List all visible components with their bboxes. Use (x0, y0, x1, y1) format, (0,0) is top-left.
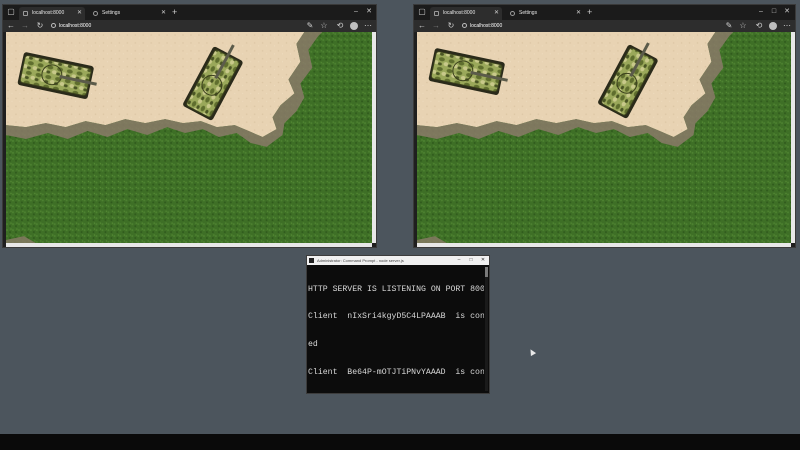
menu-icon[interactable]: ⋯ (363, 21, 373, 31)
tab-title: localhost:8000 (443, 10, 476, 16)
console-line: Client nIxSri4kgyD5C4LPAAAB is connect (308, 312, 484, 322)
tab-title: localhost:8000 (32, 10, 65, 16)
history-icon[interactable]: ⟲ (335, 21, 345, 31)
maximize-icon[interactable]: □ (769, 7, 779, 17)
console-output[interactable]: HTTP SERVER IS LISTENING ON PORT 8000 Cl… (308, 266, 484, 391)
tab-strip: ▢ localhost:8000 ✕ Settings ✕ + – ✕ (3, 5, 376, 20)
nav-bar: ← → ↻ localhost:8000 ✎ ☆ ⟲ ⋯ (3, 20, 376, 32)
back-icon[interactable]: ← (417, 21, 427, 31)
read-aloud-icon[interactable]: ✎ (724, 21, 734, 31)
favorites-icon[interactable]: ☆ (319, 21, 329, 31)
console-line: ed (308, 340, 318, 350)
tab-title: Settings (102, 10, 121, 16)
close-icon[interactable]: ✕ (576, 7, 581, 20)
tab-settings[interactable]: Settings ✕ (89, 7, 169, 20)
settings-gear-icon (510, 11, 515, 16)
tab-actions-icon[interactable]: ▢ (7, 8, 15, 16)
game-canvas[interactable] (417, 32, 791, 243)
terminal-icon (309, 258, 314, 263)
game-scene (417, 32, 791, 243)
maximize-icon[interactable]: □ (467, 256, 475, 265)
info-icon (51, 23, 56, 28)
horizontal-scrollbar[interactable] (417, 243, 791, 247)
tab-title: Settings (519, 10, 538, 16)
close-icon[interactable]: ✕ (479, 256, 487, 265)
nav-bar: ← → ↻ localhost:8000 ✎ ☆ ⟲ ⋯ (414, 20, 795, 32)
back-icon[interactable]: ← (6, 21, 16, 31)
profile-icon[interactable] (769, 22, 777, 30)
page-icon (434, 11, 439, 16)
read-aloud-icon[interactable]: ✎ (305, 21, 315, 31)
minimize-icon[interactable]: – (351, 7, 361, 17)
tab-localhost[interactable]: localhost:8000 ✕ (430, 7, 502, 20)
tab-localhost[interactable]: localhost:8000 ✕ (19, 7, 85, 20)
profile-icon[interactable] (350, 22, 358, 30)
close-icon[interactable]: ✕ (494, 7, 499, 20)
scrollbar-thumb[interactable] (485, 267, 488, 277)
tab-settings[interactable]: Settings ✕ (506, 7, 584, 20)
tab-actions-icon[interactable]: ▢ (418, 8, 426, 16)
close-icon[interactable]: ✕ (161, 7, 166, 20)
tab-strip: ▢ localhost:8000 ✕ Settings ✕ + – □ ✕ (414, 5, 795, 20)
refresh-icon[interactable]: ↻ (35, 21, 45, 31)
vertical-scrollbar[interactable] (372, 32, 376, 243)
address-bar[interactable]: localhost:8000 (462, 21, 502, 31)
game-scene (6, 32, 372, 243)
console-title: Administrator: Command Prompt - node ser… (317, 258, 404, 263)
minimize-icon[interactable]: – (756, 7, 766, 17)
settings-gear-icon (93, 11, 98, 16)
history-icon[interactable]: ⟲ (754, 21, 764, 31)
vertical-scrollbar[interactable] (791, 32, 795, 243)
forward-icon[interactable]: → (431, 21, 441, 31)
close-icon[interactable]: ✕ (77, 7, 82, 20)
new-tab-icon[interactable]: + (587, 7, 592, 18)
game-canvas[interactable] (6, 32, 372, 243)
new-tab-icon[interactable]: + (172, 7, 177, 18)
favorites-icon[interactable]: ☆ (738, 21, 748, 31)
page-icon (23, 11, 28, 16)
address-text: localhost:8000 (59, 23, 92, 29)
command-prompt-window[interactable]: Administrator: Command Prompt - node ser… (306, 255, 490, 394)
browser-window-right: ▢ localhost:8000 ✕ Settings ✕ + – □ ✕ ← … (413, 4, 796, 248)
console-title-bar[interactable]: Administrator: Command Prompt - node ser… (307, 256, 489, 265)
close-window-icon[interactable]: ✕ (364, 7, 374, 17)
refresh-icon[interactable]: ↻ (446, 21, 456, 31)
close-window-icon[interactable]: ✕ (782, 7, 792, 17)
minimize-icon[interactable]: – (455, 256, 463, 265)
console-line: Client Be64P-mOTJTiPNvYAAAD is connect (308, 368, 484, 378)
address-bar[interactable]: localhost:8000 (51, 21, 91, 31)
taskbar[interactable] (0, 434, 800, 450)
browser-window-left: ▢ localhost:8000 ✕ Settings ✕ + – ✕ ← → … (2, 4, 377, 248)
address-text: localhost:8000 (470, 23, 503, 29)
console-scrollbar[interactable] (485, 267, 488, 391)
forward-icon[interactable]: → (20, 21, 30, 31)
mouse-pointer-icon (527, 347, 537, 357)
horizontal-scrollbar[interactable] (6, 243, 372, 247)
info-icon (462, 23, 467, 28)
console-line: HTTP SERVER IS LISTENING ON PORT 8000 (308, 284, 484, 294)
menu-icon[interactable]: ⋯ (782, 21, 792, 31)
